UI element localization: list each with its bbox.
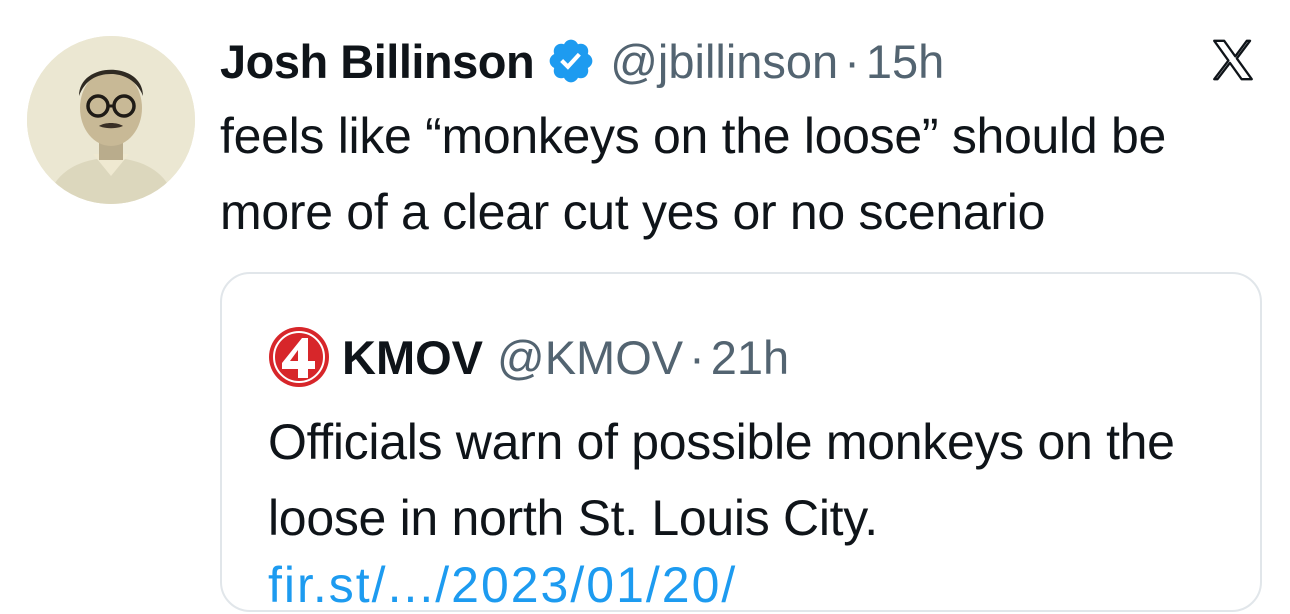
quoted-tweet-card[interactable]: KMOV @KMOV · 21h Officials warn of possi… [220,272,1262,614]
tweet-header: Josh Billinson @jbillinson · 15h [220,30,944,92]
quoted-author-name[interactable]: KMOV [342,330,483,385]
verified-badge-icon[interactable] [546,36,596,86]
separator-dot: · [844,34,860,88]
author-name[interactable]: Josh Billinson [220,34,535,89]
quoted-tweet-link[interactable]: fir.st/.../2023/01/20/ [268,556,737,614]
quoted-tweet-timestamp[interactable]: 21h [711,330,789,385]
x-logo-icon [1213,39,1253,81]
author-handle[interactable]: @jbillinson [610,34,838,89]
author-avatar-photo [27,36,195,204]
kmov-logo-icon [269,327,329,387]
quoted-tweet-header: KMOV @KMOV · 21h [268,326,789,388]
quoted-tweet-text: Officials warn of possible monkeys on th… [268,414,1175,546]
tweet-timestamp[interactable]: 15h [866,34,944,89]
quoted-separator-dot: · [689,330,705,384]
tweet-text: feels like “monkeys on the loose” should… [220,108,1166,240]
author-avatar[interactable] [27,36,195,204]
quoted-author-handle[interactable]: @KMOV [497,330,683,385]
